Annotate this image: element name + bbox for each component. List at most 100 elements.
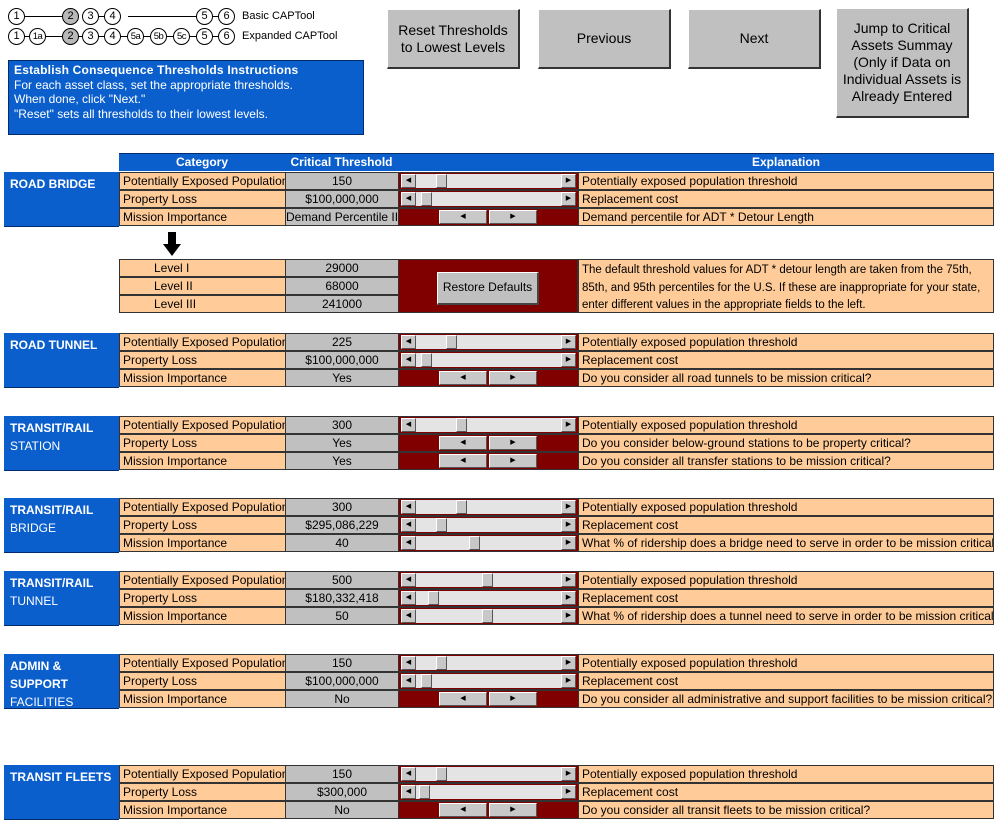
step-circle[interactable]: 4 (104, 28, 121, 45)
scroll-left-arrow-icon[interactable]: ◀ (401, 353, 416, 367)
scroll-thumb[interactable] (436, 518, 447, 532)
scroll-left-arrow-icon[interactable]: ◀ (401, 174, 416, 188)
scroll-left-arrow-icon[interactable]: ◀ (401, 518, 416, 532)
threshold-scrollbar[interactable]: ◀ ▶ (401, 785, 576, 799)
threshold-spinner[interactable]: ◀ ▶ (439, 210, 537, 224)
scroll-thumb[interactable] (456, 500, 467, 514)
threshold-scrollbar[interactable]: ◀ ▶ (401, 674, 576, 688)
spin-right-icon[interactable]: ▶ (489, 210, 537, 224)
scroll-track[interactable] (416, 335, 561, 349)
spin-right-icon[interactable]: ▶ (489, 436, 537, 450)
scroll-track[interactable] (416, 609, 561, 623)
threshold-value[interactable]: $100,000,000 (285, 190, 399, 208)
scroll-thumb[interactable] (446, 335, 457, 349)
threshold-value[interactable]: No (285, 690, 399, 708)
scroll-thumb[interactable] (469, 536, 480, 550)
step-circle[interactable]: 5a (127, 28, 144, 45)
scroll-right-arrow-icon[interactable]: ▶ (561, 609, 576, 623)
scroll-left-arrow-icon[interactable]: ◀ (401, 335, 416, 349)
scroll-left-arrow-icon[interactable]: ◀ (401, 418, 416, 432)
step-circle[interactable]: 3 (82, 8, 99, 25)
scroll-thumb[interactable] (436, 174, 447, 188)
threshold-value[interactable]: Yes (285, 369, 399, 387)
scroll-track[interactable] (416, 785, 561, 799)
threshold-value[interactable]: 150 (285, 654, 399, 672)
scroll-right-arrow-icon[interactable]: ▶ (561, 785, 576, 799)
scroll-left-arrow-icon[interactable]: ◀ (401, 767, 416, 781)
scroll-right-arrow-icon[interactable]: ▶ (561, 767, 576, 781)
threshold-value[interactable]: $100,000,000 (285, 351, 399, 369)
demand-level-value[interactable]: 68000 (285, 277, 399, 295)
threshold-value[interactable]: 150 (285, 172, 399, 190)
scroll-left-arrow-icon[interactable]: ◀ (401, 536, 416, 550)
step-circle[interactable]: 5b (150, 28, 167, 45)
step-circle[interactable]: 1 (8, 28, 25, 45)
spin-right-icon[interactable]: ▶ (489, 803, 537, 817)
threshold-value[interactable]: 40 (285, 534, 399, 552)
spin-left-icon[interactable]: ◀ (439, 803, 487, 817)
threshold-value[interactable]: $295,086,229 (285, 516, 399, 534)
scroll-thumb[interactable] (436, 767, 447, 781)
spin-left-icon[interactable]: ◀ (439, 692, 487, 706)
scroll-track[interactable] (416, 674, 561, 688)
scroll-thumb[interactable] (428, 591, 439, 605)
reset-thresholds-button[interactable]: Reset Thresholds to Lowest Levels (387, 9, 520, 69)
threshold-spinner[interactable]: ◀ ▶ (439, 454, 537, 468)
scroll-track[interactable] (416, 192, 561, 206)
scroll-right-arrow-icon[interactable]: ▶ (561, 591, 576, 605)
spin-left-icon[interactable]: ◀ (439, 436, 487, 450)
scroll-thumb[interactable] (456, 418, 467, 432)
step-circle[interactable]: 6 (218, 28, 235, 45)
threshold-spinner[interactable]: ◀ ▶ (439, 803, 537, 817)
scroll-thumb[interactable] (482, 609, 493, 623)
scroll-right-arrow-icon[interactable]: ▶ (561, 573, 576, 587)
scroll-right-arrow-icon[interactable]: ▶ (561, 536, 576, 550)
scroll-left-arrow-icon[interactable]: ◀ (401, 573, 416, 587)
threshold-scrollbar[interactable]: ◀ ▶ (401, 174, 576, 188)
scroll-track[interactable] (416, 518, 561, 532)
step-circle[interactable]: 1 (8, 8, 25, 25)
threshold-value[interactable]: $180,332,418 (285, 589, 399, 607)
scroll-right-arrow-icon[interactable]: ▶ (561, 192, 576, 206)
step-circle[interactable]: 1a (29, 28, 46, 45)
scroll-left-arrow-icon[interactable]: ◀ (401, 500, 416, 514)
jump-to-summary-button[interactable]: Jump to Critical Assets Summay (Only if … (836, 8, 969, 118)
threshold-scrollbar[interactable]: ◀ ▶ (401, 500, 576, 514)
threshold-spinner[interactable]: ◀ ▶ (439, 436, 537, 450)
previous-button[interactable]: Previous (538, 9, 671, 69)
threshold-scrollbar[interactable]: ◀ ▶ (401, 418, 576, 432)
scroll-track[interactable] (416, 418, 561, 432)
threshold-value[interactable]: 50 (285, 607, 399, 625)
threshold-scrollbar[interactable]: ◀ ▶ (401, 591, 576, 605)
spin-left-icon[interactable]: ◀ (439, 454, 487, 468)
threshold-value[interactable]: 300 (285, 498, 399, 516)
scroll-thumb[interactable] (436, 656, 447, 670)
spin-right-icon[interactable]: ▶ (489, 692, 537, 706)
scroll-track[interactable] (416, 174, 561, 188)
scroll-track[interactable] (416, 353, 561, 367)
scroll-right-arrow-icon[interactable]: ▶ (561, 500, 576, 514)
threshold-value[interactable]: Demand Percentile II (285, 208, 399, 226)
step-circle[interactable]: 3 (82, 28, 99, 45)
threshold-scrollbar[interactable]: ◀ ▶ (401, 192, 576, 206)
threshold-value[interactable]: No (285, 801, 399, 819)
threshold-scrollbar[interactable]: ◀ ▶ (401, 335, 576, 349)
step-circle[interactable]: 5 (196, 28, 213, 45)
step-circle[interactable]: 6 (218, 8, 235, 25)
step-circle[interactable]: 4 (104, 8, 121, 25)
step-circle-active[interactable]: 2 (62, 8, 79, 25)
next-button[interactable]: Next (688, 9, 821, 69)
threshold-value[interactable]: $100,000,000 (285, 672, 399, 690)
spin-right-icon[interactable]: ▶ (489, 371, 537, 385)
demand-level-value[interactable]: 241000 (285, 295, 399, 313)
scroll-thumb[interactable] (421, 192, 432, 206)
scroll-right-arrow-icon[interactable]: ▶ (561, 353, 576, 367)
scroll-track[interactable] (416, 500, 561, 514)
threshold-scrollbar[interactable]: ◀ ▶ (401, 536, 576, 550)
scroll-track[interactable] (416, 767, 561, 781)
threshold-scrollbar[interactable]: ◀ ▶ (401, 518, 576, 532)
threshold-scrollbar[interactable]: ◀ ▶ (401, 353, 576, 367)
threshold-value[interactable]: $300,000 (285, 783, 399, 801)
threshold-value[interactable]: 500 (285, 571, 399, 589)
restore-defaults-button[interactable]: Restore Defaults (437, 272, 539, 305)
